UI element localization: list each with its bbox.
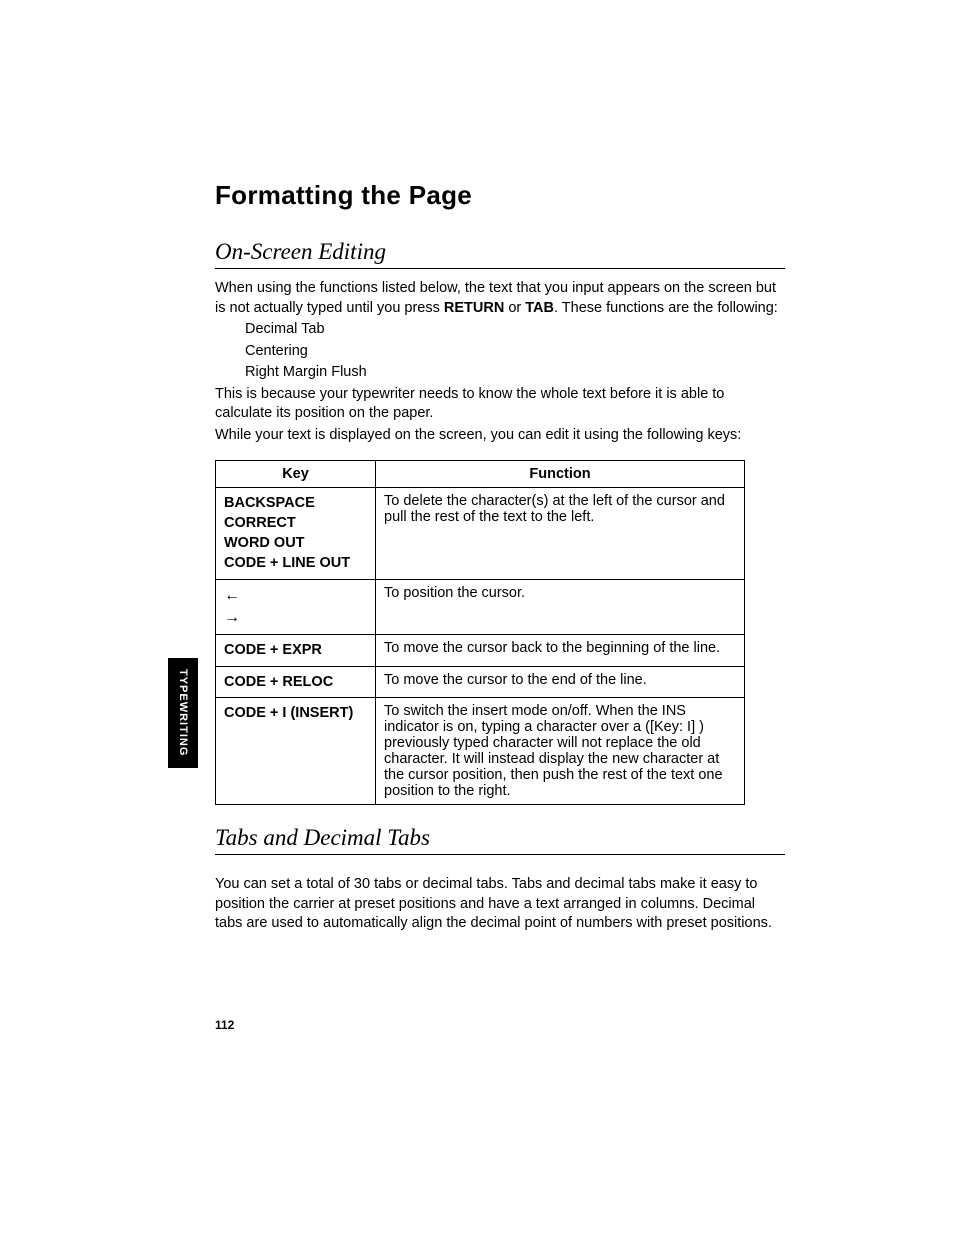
section-heading-tabs: Tabs and Decimal Tabs	[215, 825, 785, 855]
col-key: Key	[216, 460, 376, 487]
key-cell: CODE + RELOC	[216, 666, 376, 697]
paragraph: This is because your typewriter needs to…	[215, 385, 785, 424]
key-label: BACKSPACE	[224, 493, 367, 513]
key-label: CODE + I (INSERT)	[224, 703, 367, 723]
function-cell: To switch the insert mode on/off. When t…	[376, 698, 745, 805]
key-label: CORRECT	[224, 513, 367, 533]
page-number: 112	[215, 1018, 234, 1032]
side-tab: TYPEWRITING	[168, 658, 198, 768]
key-label: CODE + LINE OUT	[224, 553, 367, 573]
text: . These functions are the following:	[554, 300, 778, 316]
function-cell: To position the cursor.	[376, 579, 745, 635]
key-return: RETURN	[444, 300, 504, 316]
key-tab: TAB	[525, 300, 554, 316]
key-cell: CODE + EXPR	[216, 635, 376, 666]
key-label: CODE + EXPR	[224, 640, 367, 660]
key-cell: BACKSPACE CORRECT WORD OUT CODE + LINE O…	[216, 487, 376, 579]
key-cell: CODE + I (INSERT)	[216, 698, 376, 805]
intro-paragraph: When using the functions listed below, t…	[215, 279, 785, 318]
section-heading-editing: On-Screen Editing	[215, 239, 785, 269]
function-cell: To delete the character(s) at the left o…	[376, 487, 745, 579]
table-row: CODE + RELOC To move the cursor to the e…	[216, 666, 745, 697]
table-row: BACKSPACE CORRECT WORD OUT CODE + LINE O…	[216, 487, 745, 579]
list-item: Right Margin Flush	[245, 363, 785, 383]
text: or	[504, 300, 525, 316]
list-item: Centering	[245, 342, 785, 362]
left-arrow-icon: ←	[224, 585, 367, 607]
table-row: CODE + I (INSERT) To switch the insert m…	[216, 698, 745, 805]
function-cell: To move the cursor back to the beginning…	[376, 635, 745, 666]
table-row: ← → To position the cursor.	[216, 579, 745, 635]
page-title: Formatting the Page	[215, 180, 785, 211]
right-arrow-icon: →	[224, 607, 367, 629]
side-tab-label: TYPEWRITING	[177, 669, 189, 756]
paragraph: While your text is displayed on the scre…	[215, 426, 785, 446]
key-cell: ← →	[216, 579, 376, 635]
table-header-row: Key Function	[216, 460, 745, 487]
table-row: CODE + EXPR To move the cursor back to t…	[216, 635, 745, 666]
function-cell: To move the cursor to the end of the lin…	[376, 666, 745, 697]
page-content: Formatting the Page On-Screen Editing Wh…	[215, 180, 785, 936]
key-label: WORD OUT	[224, 533, 367, 553]
paragraph: You can set a total of 30 tabs or decima…	[215, 875, 785, 934]
key-label: CODE + RELOC	[224, 672, 367, 692]
list-item: Decimal Tab	[245, 320, 785, 340]
keys-table: Key Function BACKSPACE CORRECT WORD OUT …	[215, 460, 745, 806]
col-function: Function	[376, 460, 745, 487]
